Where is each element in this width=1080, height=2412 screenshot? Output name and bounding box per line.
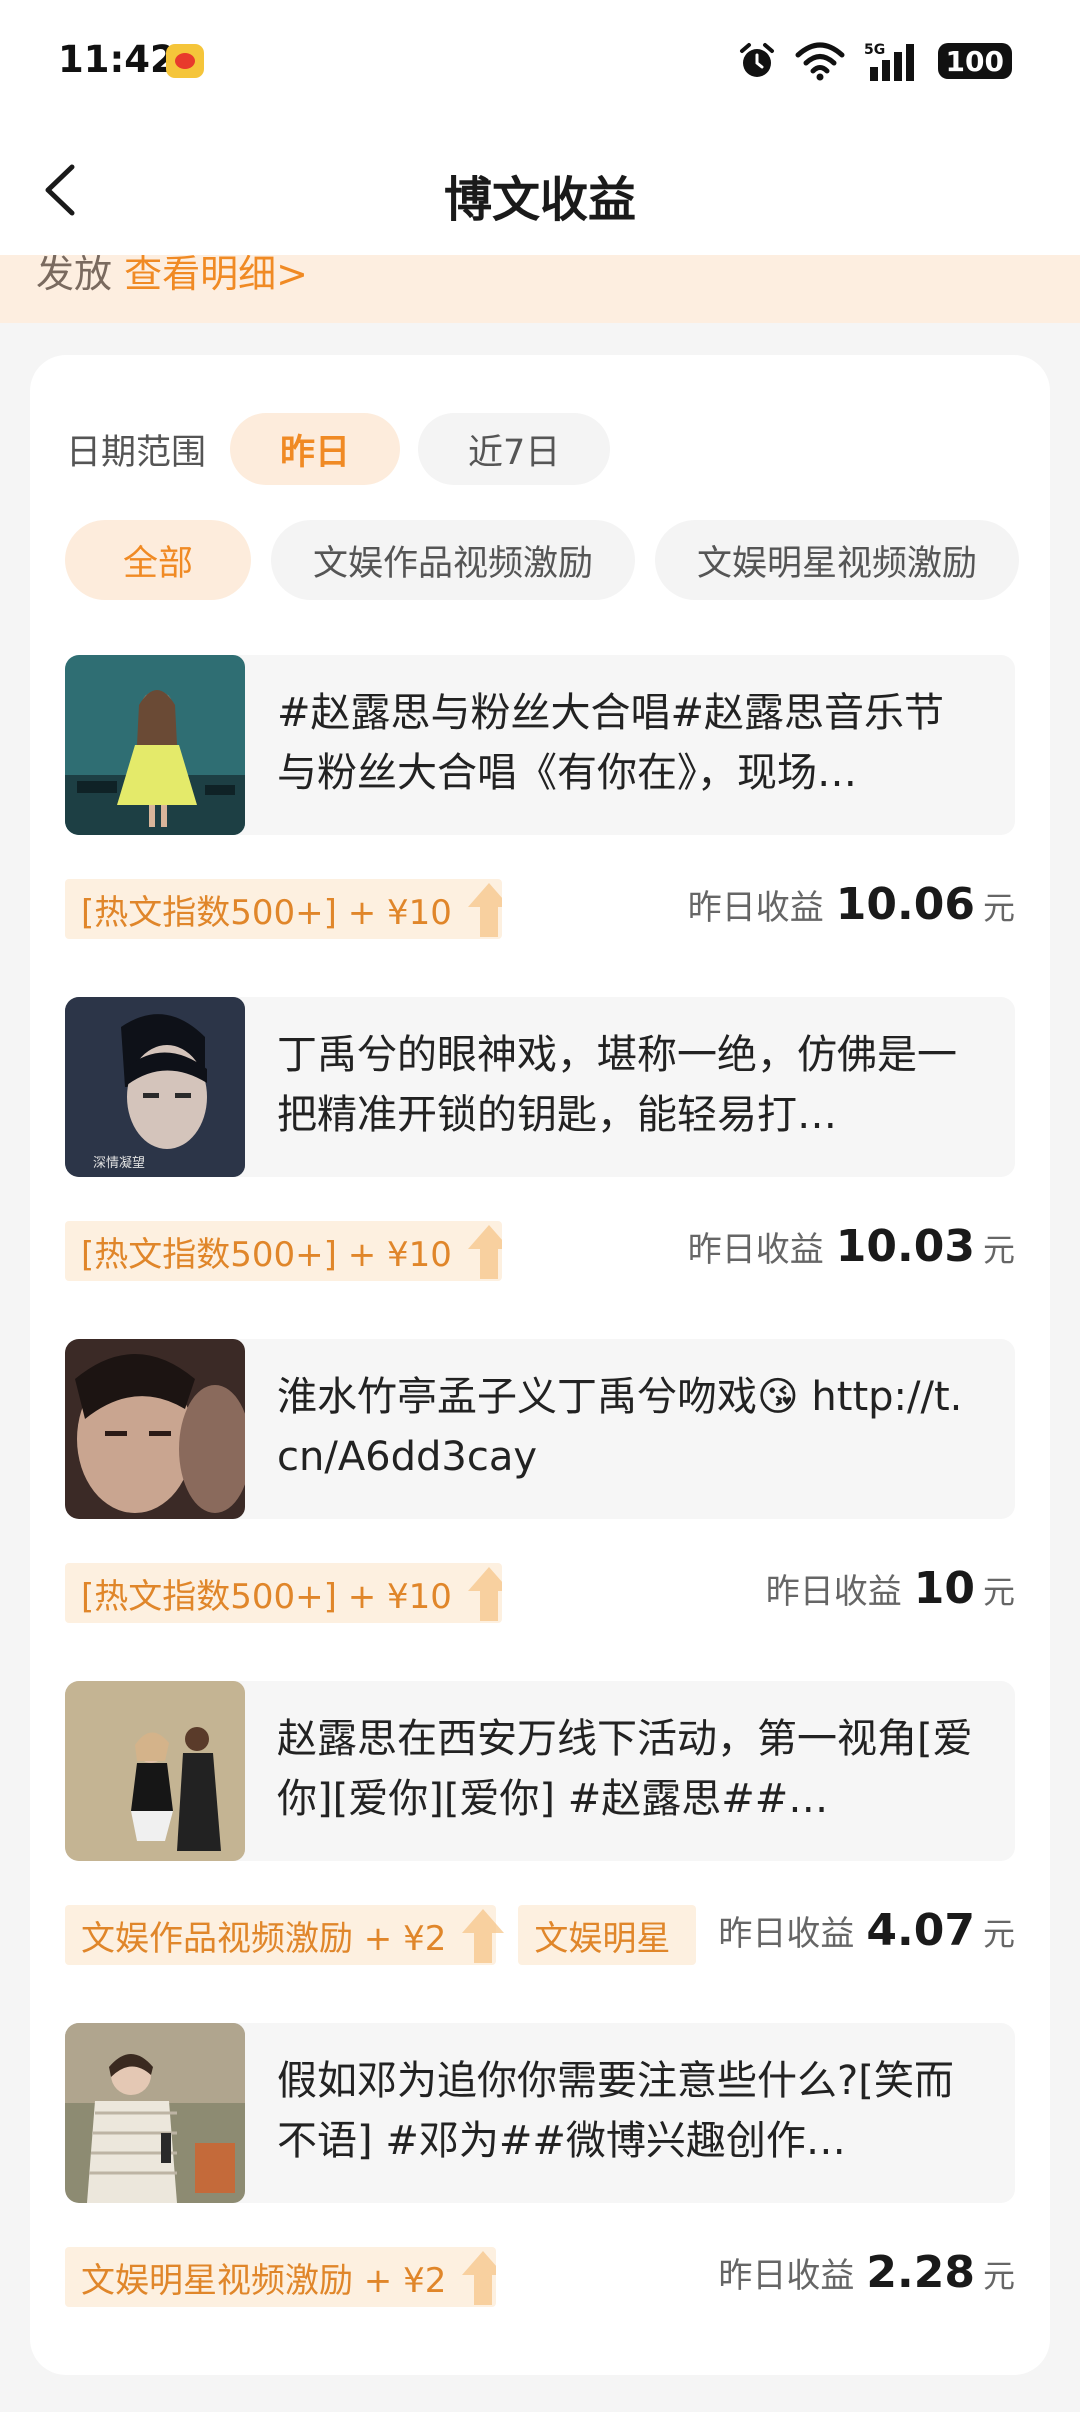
reward-tag: 文娱作品视频激励 + ¥2 <box>65 1905 505 1965</box>
reward-tag-label: [热文指数500+] + ¥10 <box>81 1234 452 1275</box>
reward-tag: [热文指数500+] + ¥10 <box>65 879 502 939</box>
reward-tags: [热文指数500+] + ¥10 <box>65 879 502 939</box>
earnings-unit: 元 <box>982 889 1015 927</box>
signal-label: 5G <box>864 42 885 58</box>
earnings-label: 昨日收益 <box>687 888 824 928</box>
post-content[interactable]: 假如邓为追你你需要注意些什么?[笑而不语] #邓为##微博兴趣创作… <box>65 2023 1015 2203</box>
status-indicators: 5G 100 <box>738 38 1012 84</box>
reward-tag: [热文指数500+] + ¥10 <box>65 1563 502 1623</box>
post-thumbnail <box>65 1681 245 1861</box>
post-thumbnail: 深情凝望 <box>65 997 245 1177</box>
earnings-unit: 元 <box>982 1573 1015 1611</box>
tab-entertainment-star-video[interactable]: 文娱明星视频激励 <box>655 520 1020 600</box>
earnings-label: 昨日收益 <box>718 2256 855 2296</box>
wifi-icon <box>795 42 845 81</box>
tab-entertainment-works-video[interactable]: 文娱作品视频激励 <box>271 520 636 600</box>
post-thumbnail <box>65 655 245 835</box>
page-header: 博文收益 <box>0 125 1080 255</box>
category-tabs: 全部 文娱作品视频激励 文娱明星视频激励 <box>65 520 1050 600</box>
earnings-unit: 元 <box>982 1231 1015 1269</box>
post-item[interactable]: 赵露思在西安万线下活动，第一视角[爱你][爱你][爱你] #赵露思##… 文娱作… <box>65 1681 1015 1989</box>
post-item[interactable]: 假如邓为追你你需要注意些什么?[笑而不语] #邓为##微博兴趣创作… 文娱明星视… <box>65 2023 1015 2331</box>
signal-5g-icon: 5G <box>864 42 914 81</box>
post-text: 淮水竹亭孟子义丁禹兮吻戏😘 http://t.cn/A6dd3cay <box>277 1374 963 1480</box>
earnings-value: 4.07 <box>866 1905 975 1956</box>
post-item[interactable]: #赵露思与粉丝大合唱#赵露思音乐节与粉丝大合唱《有你在》，现场… [热文指数50… <box>65 655 1015 963</box>
notice-banner: 发放 查看明细> <box>0 255 1080 323</box>
earnings-unit: 元 <box>982 1915 1015 1953</box>
filter-yesterday[interactable]: 昨日 <box>230 413 401 485</box>
post-thumbnail <box>65 2023 245 2203</box>
earnings-summary: 昨日收益 4.07 元 <box>696 1905 1015 1965</box>
earnings-label: 昨日收益 <box>765 1572 902 1612</box>
reward-tag-label: [热文指数500+] + ¥10 <box>81 1576 452 1617</box>
arrow-up-icon <box>467 1567 502 1621</box>
post-thumbnail <box>65 1339 245 1519</box>
view-details-link[interactable]: 查看明细> <box>124 255 308 296</box>
filter-last-7-days[interactable]: 近7日 <box>418 413 611 485</box>
banner-label: 发放 <box>36 255 113 296</box>
status-bar: 11:42 5G 100 <box>0 0 1080 125</box>
reward-tag-label: 文娱明星 <box>534 1918 671 1959</box>
post-text: 赵露思在西安万线下活动，第一视角[爱你][爱你][爱你] #赵露思##… <box>277 1716 973 1822</box>
banner-text: 发放 查看明细> <box>36 255 308 298</box>
thumbnail-caption: 深情凝望 <box>93 1155 145 1171</box>
post-content[interactable]: 赵露思在西安万线下活动，第一视角[爱你][爱你][爱你] #赵露思##… <box>65 1681 1015 1861</box>
reward-tag: 文娱明星 <box>518 1905 697 1965</box>
reward-tags: [热文指数500+] + ¥10 <box>65 1221 502 1281</box>
tab-all[interactable]: 全部 <box>65 520 252 600</box>
post-item[interactable]: 淮水竹亭孟子义丁禹兮吻戏😘 http://t.cn/A6dd3cay [热文指数… <box>65 1339 1015 1647</box>
post-text: #赵露思与粉丝大合唱#赵露思音乐节与粉丝大合唱《有你在》，现场… <box>277 690 945 796</box>
reward-tags: 文娱明星视频激励 + ¥2 <box>65 2247 497 2307</box>
date-range-label: 日期范围 <box>66 432 207 473</box>
reward-tag-label: 文娱明星视频激励 + ¥2 <box>81 2260 447 2301</box>
earnings-value: 10.06 <box>835 879 975 930</box>
post-text: 假如邓为追你你需要注意些什么?[笑而不语] #邓为##微博兴趣创作… <box>277 2058 954 2164</box>
earnings-card: 日期范围 昨日 近7日 全部 文娱作品视频激励 文娱明星视频激励 #赵露思与粉丝… <box>30 355 1050 2375</box>
reward-tag-label: 文娱作品视频激励 + ¥2 <box>81 1918 447 1959</box>
status-time: 11:42 <box>58 38 176 81</box>
battery-indicator: 100 <box>937 43 1012 79</box>
reward-tags: 文娱作品视频激励 + ¥2 文娱明星 <box>65 1905 697 1965</box>
earnings-label: 昨日收益 <box>687 1230 824 1270</box>
earnings-value: 10 <box>913 1563 975 1614</box>
arrow-up-icon <box>467 1225 502 1279</box>
arrow-up-icon <box>467 883 502 937</box>
page-title: 博文收益 <box>443 172 636 228</box>
earnings-summary: 昨日收益 10 元 <box>743 1563 1015 1623</box>
reward-tag: 文娱明星视频激励 + ¥2 <box>65 2247 497 2307</box>
earnings-unit: 元 <box>982 2257 1015 2295</box>
post-content[interactable]: 深情凝望 丁禹兮的眼神戏，堪称一绝，仿佛是一把精准开锁的钥匙，能轻易打… <box>65 997 1015 1177</box>
arrow-up-icon <box>462 2251 497 2305</box>
reward-tag-label: [热文指数500+] + ¥10 <box>81 892 452 933</box>
post-content[interactable]: #赵露思与粉丝大合唱#赵露思音乐节与粉丝大合唱《有你在》，现场… <box>65 655 1015 835</box>
arrow-up-icon <box>462 1909 505 1963</box>
post-item[interactable]: 深情凝望 丁禹兮的眼神戏，堪称一绝，仿佛是一把精准开锁的钥匙，能轻易打… [热文… <box>65 997 1015 1305</box>
reward-tag: [热文指数500+] + ¥10 <box>65 1221 502 1281</box>
earnings-summary: 昨日收益 2.28 元 <box>696 2247 1015 2307</box>
alarm-icon <box>739 43 774 77</box>
post-text: 丁禹兮的眼神戏，堪称一绝，仿佛是一把精准开锁的钥匙，能轻易打… <box>277 1032 957 1138</box>
reward-tags: [热文指数500+] + ¥10 <box>65 1563 502 1623</box>
earnings-value: 10.03 <box>835 1221 975 1272</box>
date-range-filter: 日期范围 昨日 近7日 <box>66 413 611 485</box>
post-content[interactable]: 淮水竹亭孟子义丁禹兮吻戏😘 http://t.cn/A6dd3cay <box>65 1339 1015 1519</box>
earnings-label: 昨日收益 <box>718 1914 855 1954</box>
earnings-summary: 昨日收益 10.03 元 <box>665 1221 1015 1281</box>
earnings-value: 2.28 <box>866 2247 975 2298</box>
earnings-summary: 昨日收益 10.06 元 <box>665 879 1015 939</box>
weibo-icon <box>166 44 204 78</box>
